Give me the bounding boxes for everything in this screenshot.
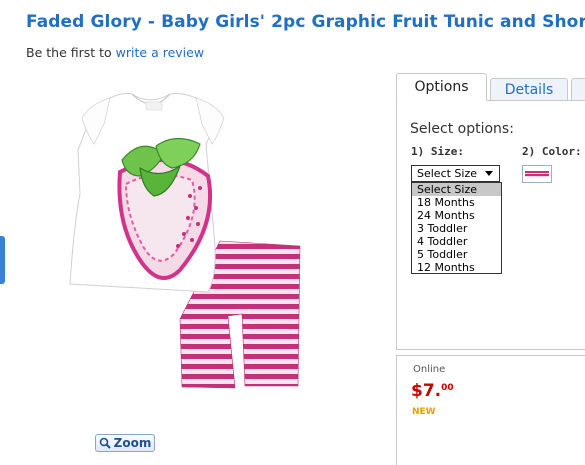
color-label: 2) Color: A [522,145,585,158]
price-dollars: $7. [411,381,442,401]
product-title: Faded Glory - Baby Girls' 2pc Graphic Fr… [26,12,585,32]
new-badge: NEW [412,407,436,417]
color-swatch-pattern [525,171,549,177]
review-line: Be the first to write a review [26,45,204,60]
color-swatch[interactable] [522,165,552,183]
review-prefix: Be the first to [26,45,112,60]
size-option[interactable]: Select Size [412,183,501,196]
size-option[interactable]: 24 Months [412,209,501,222]
write-review-link[interactable]: write a review [116,45,204,60]
size-label: 1) Size: [411,145,464,158]
size-option[interactable]: 3 Toddler [412,222,501,235]
size-option[interactable]: 4 Toddler [412,235,501,248]
product-image[interactable] [60,84,320,404]
tab-options[interactable]: Options [396,73,487,101]
tab-more[interactable] [571,78,585,101]
size-select-value: Select Size [417,167,478,180]
chevron-down-icon [485,171,493,176]
zoom-button[interactable]: Zoom [95,434,155,452]
size-option[interactable]: 12 Months [412,261,501,274]
size-select[interactable]: Select Size [411,165,500,182]
select-options-heading: Select options: [410,121,514,137]
magnifier-icon [99,437,111,449]
size-option[interactable]: 5 Toddler [412,248,501,261]
price-cents: 00 [441,383,454,393]
size-option[interactable]: 18 Months [412,196,501,209]
side-feedback-tab[interactable] [0,236,5,284]
size-dropdown-list[interactable]: Select Size 18 Months 24 Months 3 Toddle… [411,182,502,274]
availability-label: Online [413,364,446,375]
zoom-label: Zoom [113,436,152,450]
price: $7.00 [411,381,454,401]
tab-details[interactable]: Details [490,78,568,101]
